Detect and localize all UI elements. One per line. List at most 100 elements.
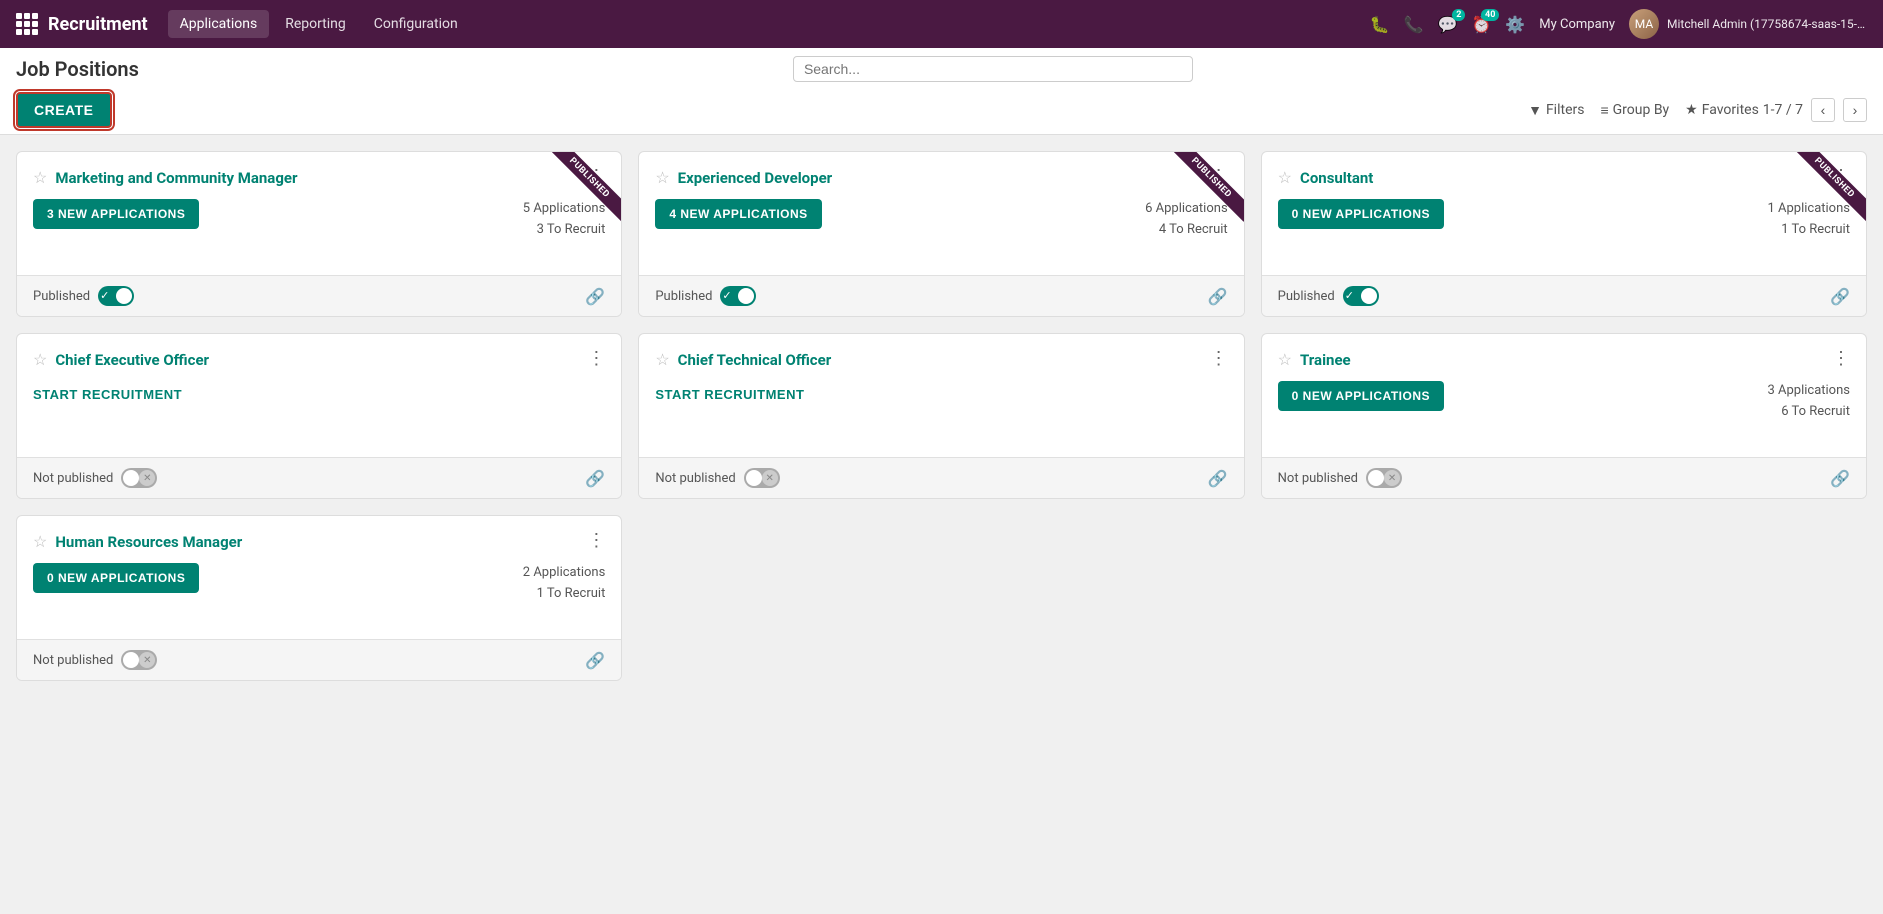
toggle-x: ✕: [762, 470, 778, 486]
publish-switch-developer[interactable]: ✓: [720, 286, 756, 306]
new-applications-button-marketing[interactable]: 3 NEW APPLICATIONS: [33, 199, 199, 229]
publish-switch-trainee[interactable]: ✕: [1366, 468, 1402, 488]
job-card-marketing: PUBLISHED☆Marketing and Community Manage…: [16, 151, 622, 317]
favorite-star-developer[interactable]: ☆: [655, 168, 669, 187]
external-link-icon-cto[interactable]: 🔗: [1208, 469, 1228, 488]
more-menu-marketing[interactable]: ⋮: [587, 168, 605, 186]
chat-icon[interactable]: 💬 2: [1438, 15, 1458, 34]
company-name[interactable]: My Company: [1539, 17, 1615, 32]
page-title: Job Positions: [16, 57, 139, 81]
new-applications-button-developer[interactable]: 4 NEW APPLICATIONS: [655, 199, 821, 229]
apps-grid-icon[interactable]: [16, 13, 38, 35]
publish-toggle-hr-manager: Not published ✕: [33, 650, 157, 670]
card-title-marketing[interactable]: Marketing and Community Manager: [55, 169, 297, 187]
to-recruit-count-marketing: 3 To Recruit: [523, 220, 606, 241]
start-recruitment-button-cto[interactable]: START RECRUITMENT: [655, 381, 804, 408]
publish-switch-consultant[interactable]: ✓: [1343, 286, 1379, 306]
job-card-hr-manager: ☆ Human Resources Manager ⋮ 0 NEW APPLICATI…: [16, 515, 622, 681]
menu-configuration[interactable]: Configuration: [362, 10, 470, 38]
user-menu[interactable]: MA Mitchell Admin (17758674-saas-15-2-al…: [1629, 9, 1867, 39]
favorite-star-ceo[interactable]: ☆: [33, 350, 47, 369]
card-title-consultant[interactable]: Consultant: [1300, 169, 1373, 187]
publish-switch-marketing[interactable]: ✓: [98, 286, 134, 306]
page-header: Job Positions CREATE ▼ Filters ≡ Group B…: [0, 48, 1883, 135]
applications-count-marketing: 5 Applications: [523, 199, 606, 220]
favorite-star-hr-manager[interactable]: ☆: [33, 532, 47, 551]
card-stats-trainee: 3 Applications6 To Recruit: [1767, 381, 1850, 423]
more-menu-ceo[interactable]: ⋮: [587, 350, 605, 368]
publish-toggle-marketing: Published✓: [33, 286, 134, 306]
more-menu-trainee[interactable]: ⋮: [1832, 350, 1850, 368]
filters-button[interactable]: ▼ Filters: [1528, 102, 1584, 119]
publish-switch-hr-manager[interactable]: ✕: [121, 650, 157, 670]
card-content-consultant: 0 NEW APPLICATIONS 1 Applications1 To Rec…: [1278, 199, 1850, 259]
publish-toggle-ceo: Not published✕: [33, 468, 157, 488]
settings-icon[interactable]: ⚙️: [1505, 15, 1525, 34]
favorites-button[interactable]: ★ Favorites: [1685, 102, 1759, 118]
card-header-trainee: ☆ Trainee ⋮: [1278, 350, 1850, 369]
applications-count-consultant: 1 Applications: [1767, 199, 1850, 220]
card-stats-consultant: 1 Applications1 To Recruit: [1767, 199, 1850, 241]
new-applications-button-consultant[interactable]: 0 NEW APPLICATIONS: [1278, 199, 1444, 229]
search-input[interactable]: [804, 61, 1182, 77]
topnav-icons: 🐛 📞 💬 2 ⏰ 40 ⚙️ My Company MA Mitchell A…: [1370, 9, 1867, 39]
publish-status-label-hr-manager: Not published: [33, 653, 113, 668]
job-card-developer: PUBLISHED☆Experienced Developer⋮4 NEW AP…: [638, 151, 1244, 317]
card-header-hr-manager: ☆ Human Resources Manager ⋮: [33, 532, 605, 551]
favorite-star-consultant[interactable]: ☆: [1278, 168, 1292, 187]
activity-badge: 40: [1481, 9, 1499, 21]
card-title-cto[interactable]: Chief Technical Officer: [678, 351, 832, 369]
card-header-ceo: ☆ Chief Executive Officer ⋮: [33, 350, 605, 369]
more-menu-consultant[interactable]: ⋮: [1832, 168, 1850, 186]
card-content-developer: 4 NEW APPLICATIONS 6 Applications4 To Rec…: [655, 199, 1227, 259]
username: Mitchell Admin (17758674-saas-15-2-all: [1667, 17, 1867, 31]
external-link-icon-consultant[interactable]: 🔗: [1830, 287, 1850, 306]
card-body-hr-manager: ☆ Human Resources Manager ⋮ 0 NEW APPLICATI…: [17, 516, 621, 639]
more-menu-cto[interactable]: ⋮: [1210, 350, 1228, 368]
main-content: PUBLISHED☆Marketing and Community Manage…: [0, 135, 1883, 914]
external-link-icon-trainee[interactable]: 🔗: [1830, 469, 1850, 488]
external-link-icon-developer[interactable]: 🔗: [1208, 287, 1228, 306]
card-title-row-consultant: ☆ Consultant: [1278, 168, 1374, 187]
start-recruitment-button-ceo[interactable]: START RECRUITMENT: [33, 381, 182, 408]
app-brand[interactable]: Recruitment: [16, 13, 148, 35]
card-stats-hr-manager: 2 Applications1 To Recruit: [523, 563, 606, 605]
favorite-star-marketing[interactable]: ☆: [33, 168, 47, 187]
favorite-star-cto[interactable]: ☆: [655, 350, 669, 369]
menu-applications[interactable]: Applications: [168, 10, 270, 38]
new-applications-button-hr-manager[interactable]: 0 NEW APPLICATIONS: [33, 563, 199, 593]
card-title-trainee[interactable]: Trainee: [1300, 351, 1351, 369]
more-menu-developer[interactable]: ⋮: [1210, 168, 1228, 186]
publish-switch-ceo[interactable]: ✕: [121, 468, 157, 488]
job-card-ceo: ☆ Chief Executive Officer ⋮ START RECRUITME…: [16, 333, 622, 499]
card-content-marketing: 3 NEW APPLICATIONS 5 Applications3 To Rec…: [33, 199, 605, 259]
card-body-cto: ☆ Chief Technical Officer ⋮ START RECRUITME…: [639, 334, 1243, 457]
external-link-icon-ceo[interactable]: 🔗: [585, 469, 605, 488]
card-title-hr-manager[interactable]: Human Resources Manager: [55, 533, 242, 551]
activity-icon[interactable]: ⏰ 40: [1471, 15, 1491, 34]
search-bar[interactable]: [793, 56, 1193, 82]
external-link-icon-marketing[interactable]: 🔗: [585, 287, 605, 306]
favorite-star-trainee[interactable]: ☆: [1278, 350, 1292, 369]
next-page-button[interactable]: ›: [1843, 98, 1867, 122]
card-left-cto: START RECRUITMENT: [655, 381, 804, 408]
menu-reporting[interactable]: Reporting: [273, 10, 358, 38]
external-link-icon-hr-manager[interactable]: 🔗: [585, 651, 605, 670]
publish-switch-cto[interactable]: ✕: [744, 468, 780, 488]
phone-icon[interactable]: 📞: [1404, 15, 1424, 34]
card-stats-developer: 6 Applications4 To Recruit: [1145, 199, 1228, 241]
prev-page-button[interactable]: ‹: [1811, 98, 1835, 122]
card-content-trainee: 0 NEW APPLICATIONS 3 Applications6 To Rec…: [1278, 381, 1850, 441]
job-card-cto: ☆ Chief Technical Officer ⋮ START RECRUITME…: [638, 333, 1244, 499]
create-button[interactable]: CREATE: [16, 92, 112, 128]
group-by-button[interactable]: ≡ Group By: [1600, 102, 1669, 119]
more-menu-hr-manager[interactable]: ⋮: [587, 532, 605, 550]
card-left-trainee: 0 NEW APPLICATIONS: [1278, 381, 1444, 419]
applications-count-trainee: 3 Applications: [1767, 381, 1850, 402]
card-title-row-marketing: ☆ Marketing and Community Manager: [33, 168, 297, 187]
new-applications-button-trainee[interactable]: 0 NEW APPLICATIONS: [1278, 381, 1444, 411]
card-title-developer[interactable]: Experienced Developer: [678, 169, 833, 187]
card-title-ceo[interactable]: Chief Executive Officer: [55, 351, 209, 369]
card-left-consultant: 0 NEW APPLICATIONS: [1278, 199, 1444, 237]
bug-icon[interactable]: 🐛: [1370, 15, 1390, 34]
